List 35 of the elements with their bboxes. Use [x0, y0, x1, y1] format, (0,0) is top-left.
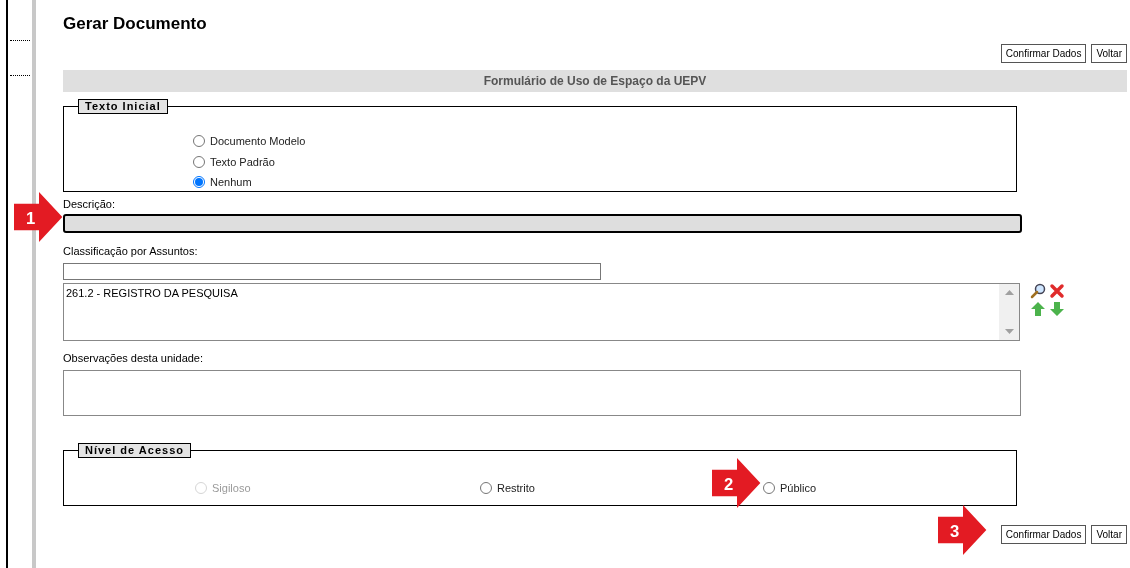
- description-field[interactable]: [63, 214, 1022, 233]
- fieldset-legend: Texto Inicial: [78, 99, 168, 114]
- form-button[interactable]: Confirmar Dados: [1000, 525, 1087, 544]
- field-label: Observações desta unidade:: [63, 351, 205, 365]
- search-icon[interactable]: [1030, 283, 1046, 299]
- radio-button[interactable]: [480, 482, 492, 494]
- scrollbar[interactable]: [999, 284, 1019, 340]
- scroll-up-icon[interactable]: [1004, 290, 1014, 295]
- remove-icon[interactable]: [1049, 283, 1065, 299]
- observations-text-area[interactable]: [63, 370, 1021, 416]
- callout-arrow: 3: [938, 505, 988, 555]
- radio-label: Texto Padrão: [210, 154, 275, 170]
- callout-arrow: 2: [712, 458, 762, 508]
- radio-label: Sigiloso: [212, 480, 251, 496]
- form-title: Formulário de Uso de Espaço da UEPV: [63, 70, 1127, 92]
- fieldset-legend: Nível de Acesso: [78, 443, 191, 458]
- radio-label: Restrito: [497, 480, 535, 496]
- radio-label: Público: [780, 480, 817, 496]
- callout-arrow: 1: [14, 192, 64, 242]
- form-button[interactable]: Voltar: [1091, 44, 1127, 63]
- radio-button[interactable]: [193, 176, 205, 189]
- radio-button[interactable]: [193, 135, 205, 148]
- subject-list-item[interactable]: 261.2 - REGISTRO DA PESQUISA: [66, 285, 238, 302]
- scroll-down-icon[interactable]: [1004, 329, 1014, 334]
- form-button[interactable]: Confirmar Dados: [1000, 44, 1087, 63]
- radio-label: Nenhum: [210, 175, 252, 190]
- form-button[interactable]: Voltar: [1091, 525, 1127, 544]
- page-title: Gerar Documento: [63, 14, 208, 34]
- subject-input-field[interactable]: [63, 263, 601, 280]
- subject-list-box[interactable]: 261.2 - REGISTRO DA PESQUISA: [63, 283, 1020, 341]
- field-label: Classificação por Assuntos:: [63, 244, 199, 258]
- radio-button[interactable]: [763, 482, 775, 494]
- field-label: Descrição:: [63, 197, 116, 211]
- radio-label: Documento Modelo: [210, 134, 306, 149]
- radio-button[interactable]: [193, 155, 205, 168]
